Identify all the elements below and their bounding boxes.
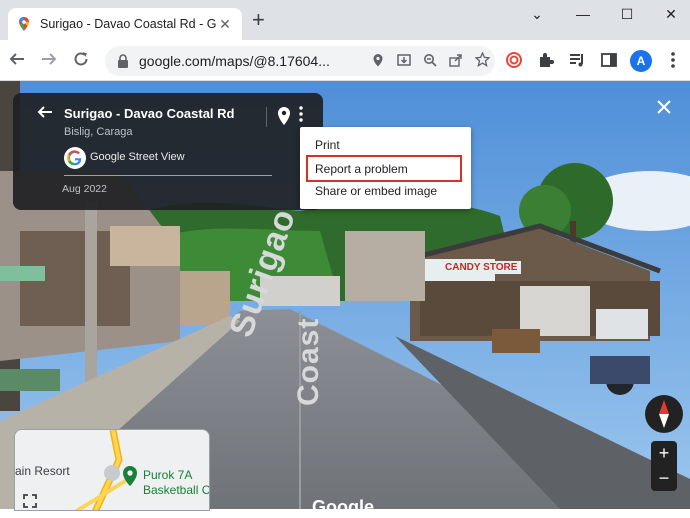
minimize-button[interactable]: — <box>568 6 598 22</box>
new-tab-button[interactable]: + <box>252 9 265 31</box>
map-label-place-line1: Purok 7A <box>143 468 193 482</box>
zoom-in-button[interactable]: + <box>651 441 677 465</box>
reload-icon <box>74 52 88 66</box>
location-subtitle: Bislig, Caraga <box>64 126 133 138</box>
browser-menu-icon[interactable] <box>662 51 684 71</box>
google-maps-favicon-icon <box>19 17 29 31</box>
tab-strip: Surigao - Davao Coastal Rd - Goo ✕ + ⌄ —… <box>0 0 690 40</box>
bookmark-star-icon[interactable] <box>469 51 495 70</box>
zoom-control: + − <box>651 441 677 491</box>
card-separator <box>266 107 267 127</box>
zoom-out-button[interactable]: − <box>651 466 677 490</box>
forward-button[interactable] <box>38 50 60 72</box>
road-label-coast: Coast <box>292 317 325 406</box>
forward-arrow-icon <box>42 53 57 65</box>
url-text: google.com/maps/@8.17604... <box>139 53 330 69</box>
lock-icon <box>118 54 128 68</box>
source-label: Google Street View <box>90 151 185 163</box>
menu-item-share-embed[interactable]: Share or embed image <box>315 184 437 198</box>
location-icon[interactable] <box>365 53 391 70</box>
menu-item-print[interactable]: Print <box>315 138 340 152</box>
back-arrow-icon[interactable] <box>36 103 54 126</box>
expand-map-icon[interactable] <box>23 494 37 510</box>
minimap[interactable]: ain Resort Purok 7A Basketball C <box>14 429 210 511</box>
back-arrow-icon <box>9 53 24 65</box>
map-pin-icon[interactable] <box>277 106 291 126</box>
close-window-button[interactable]: ✕ <box>656 6 686 23</box>
more-options-icon[interactable] <box>297 105 305 123</box>
capture-date[interactable]: Aug 2022 <box>62 183 107 195</box>
card-divider <box>64 175 272 176</box>
street-view-info-card: Surigao - Davao Coastal Rd Bislig, Carag… <box>13 93 323 210</box>
back-button[interactable] <box>6 50 28 72</box>
store-sign: CANDY STORE <box>441 261 522 274</box>
extension-record-icon[interactable] <box>503 51 525 71</box>
browser-toolbar: google.com/maps/@8.17604... <box>0 40 690 81</box>
location-title: Surigao - Davao Coastal Rd <box>64 106 235 121</box>
tab-title: Surigao - Davao Coastal Rd - Goo <box>40 17 216 31</box>
google-logo-icon <box>64 147 86 169</box>
maximize-button[interactable]: ☐ <box>612 6 642 23</box>
tab-close-icon[interactable]: ✕ <box>216 16 234 33</box>
zoom-icon[interactable] <box>417 53 443 70</box>
extensions-puzzle-icon[interactable] <box>535 51 557 71</box>
address-bar[interactable]: google.com/maps/@8.17604... <box>105 46 495 76</box>
highlight-box <box>306 155 462 182</box>
google-watermark: Google <box>312 497 374 517</box>
reload-button[interactable] <box>70 50 92 72</box>
tab-search-icon[interactable]: ⌄ <box>522 6 552 23</box>
share-icon[interactable] <box>443 53 469 70</box>
map-label-place-line2: Basketball C <box>143 483 210 497</box>
compass-icon[interactable] <box>645 395 683 433</box>
install-app-icon[interactable] <box>391 53 417 70</box>
side-panel-icon[interactable] <box>598 51 620 71</box>
profile-avatar[interactable]: A <box>630 50 652 72</box>
media-control-icon[interactable] <box>566 51 588 71</box>
map-label-resort: ain Resort <box>15 464 70 478</box>
close-street-view-icon[interactable] <box>651 96 677 120</box>
browser-tab[interactable]: Surigao - Davao Coastal Rd - Goo ✕ <box>8 8 242 40</box>
